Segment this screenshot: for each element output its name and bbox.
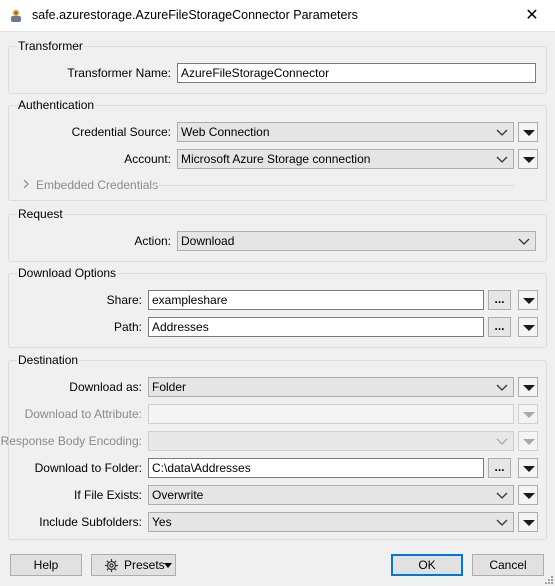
chevron-down-icon [496,492,508,499]
credential-source-menu-button[interactable] [518,122,538,142]
include-subfolders-menu-button[interactable] [518,512,538,532]
transformer-name-label: Transformer Name: [67,66,171,80]
transformer-group-title: Transformer [17,39,84,53]
credential-source-label: Credential Source: [71,125,171,139]
triangle-down-icon [523,439,535,445]
download-to-folder-field[interactable]: C:\data\Addresses [148,458,484,478]
chevron-down-icon [496,384,508,391]
download-as-menu-button[interactable] [518,377,538,397]
download-to-folder-label: Download to Folder: [34,461,142,475]
fme-app-icon [11,9,21,22]
chevron-down-icon [518,238,530,245]
account-select[interactable]: Microsoft Azure Storage connection [177,149,514,169]
request-group-title: Request [17,207,64,221]
embedded-credentials-label: Embedded Credentials [36,178,159,192]
path-browse-button[interactable]: ... [488,317,511,337]
chevron-down-icon [496,438,508,445]
download-to-attribute-label: Download to Attribute: [24,407,142,421]
action-select[interactable]: Download [177,231,536,251]
share-label: Share: [106,293,142,307]
download-to-attribute-field [148,404,514,424]
path-menu-button[interactable] [518,317,538,337]
chevron-down-icon [496,519,508,526]
download-to-attribute-menu-button [518,404,538,424]
triangle-down-icon [523,298,535,304]
include-subfolders-value: Yes [152,515,172,529]
presets-button[interactable]: Presets [91,554,176,576]
triangle-down-icon [523,157,535,163]
title-bar: safe.azurestorage.AzureFileStorageConnec… [0,0,555,32]
embedded-credentials-expander[interactable]: Embedded Credentials [22,178,158,192]
triangle-down-icon [523,385,535,391]
credential-source-select[interactable]: Web Connection [177,122,514,142]
presets-label: Presets [124,558,165,572]
window-title: safe.azurestorage.AzureFileStorageConnec… [32,8,358,22]
response-body-encoding-menu-button [518,431,538,451]
triangle-down-icon [523,130,535,136]
download-as-label: Download as: [69,380,142,394]
if-file-exists-value: Overwrite [152,488,204,502]
action-label: Action: [134,234,171,248]
share-browse-button[interactable]: ... [488,290,511,310]
path-label: Path: [113,320,142,334]
download-options-group-title: Download Options [17,266,118,280]
path-field[interactable]: Addresses [148,317,484,337]
triangle-down-icon [523,493,535,499]
response-body-encoding-label: Response Body Encoding: [0,434,142,448]
include-subfolders-select[interactable]: Yes [148,512,514,532]
triangle-down-icon [523,520,535,526]
download-to-folder-menu-button[interactable] [518,458,538,478]
gear-icon [104,558,119,573]
share-menu-button[interactable] [518,290,538,310]
chevron-down-icon [496,129,508,136]
if-file-exists-select[interactable]: Overwrite [148,485,514,505]
download-as-select[interactable]: Folder [148,377,514,397]
help-button[interactable]: Help [10,554,82,576]
resize-grip-icon[interactable] [543,574,553,584]
embedded-credentials-divider [152,185,514,186]
include-subfolders-label: Include Subfolders: [39,515,142,529]
close-button[interactable]: ✕ [509,0,555,31]
triangle-down-icon [523,412,535,418]
action-value: Download [181,234,235,248]
account-label: Account: [124,152,171,166]
transformer-name-field[interactable]: AzureFileStorageConnector [177,63,536,83]
account-menu-button[interactable] [518,149,538,169]
ok-button[interactable]: OK [391,554,463,576]
triangle-down-icon [164,563,172,568]
credential-source-value: Web Connection [181,125,270,139]
triangle-down-icon [523,325,535,331]
account-value: Microsoft Azure Storage connection [181,152,371,166]
authentication-group-title: Authentication [17,98,96,112]
destination-group-title: Destination [17,353,80,367]
triangle-down-icon [523,466,535,472]
download-as-value: Folder [152,380,187,394]
chevron-down-icon [496,156,508,163]
response-body-encoding-select [148,431,514,451]
cancel-button[interactable]: Cancel [472,554,544,576]
if-file-exists-label: If File Exists: [73,488,142,502]
if-file-exists-menu-button[interactable] [518,485,538,505]
download-to-folder-browse-button[interactable]: ... [488,458,511,478]
chevron-right-icon [23,179,29,189]
share-field[interactable]: exampleshare [148,290,484,310]
